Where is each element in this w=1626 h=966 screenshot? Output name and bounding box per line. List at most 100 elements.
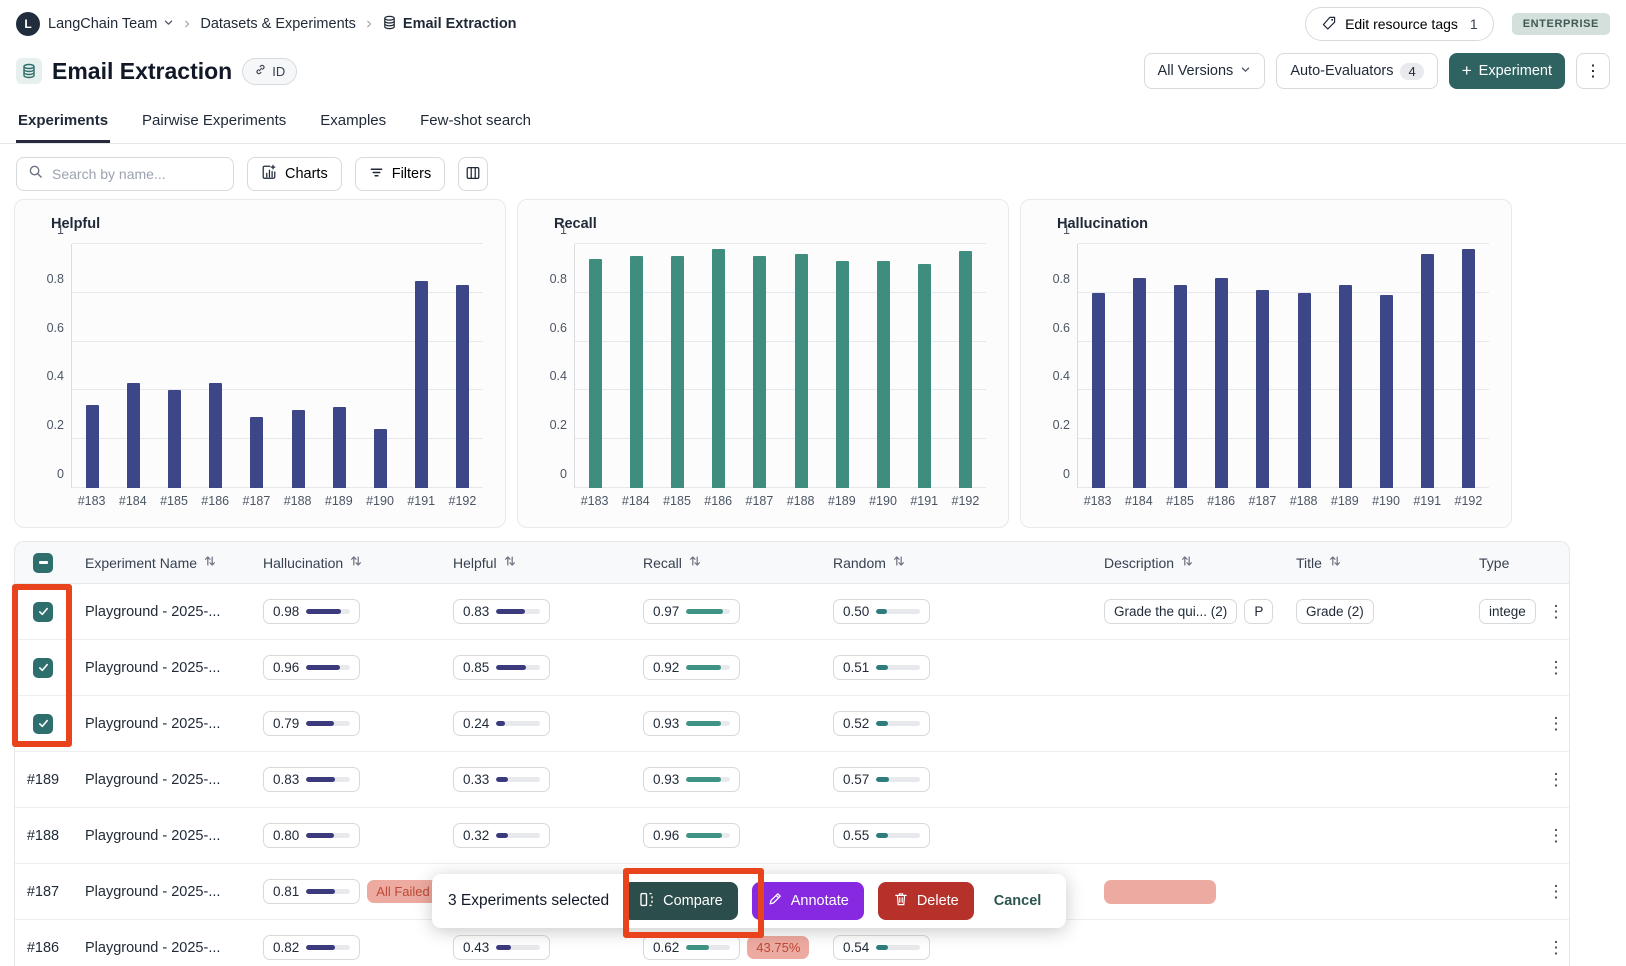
- column-header-label[interactable]: Random: [833, 554, 906, 571]
- more-options-button[interactable]: ⋮: [1576, 53, 1610, 89]
- versions-dropdown[interactable]: All Versions: [1144, 53, 1266, 89]
- row-checkbox-checked[interactable]: [33, 658, 53, 678]
- sort-icon[interactable]: [1328, 554, 1342, 571]
- chart-bar-188[interactable]: [1298, 293, 1311, 488]
- breadcrumb-page[interactable]: Email Extraction: [382, 15, 517, 34]
- row-checkbox-checked[interactable]: [33, 714, 53, 734]
- breadcrumb-team[interactable]: LangChain Team: [48, 16, 174, 32]
- row-menu-button[interactable]: ⋮: [1548, 659, 1565, 676]
- experiment-name-cell[interactable]: Playground - 2025-...: [71, 660, 263, 676]
- row-menu-button[interactable]: ⋮: [1548, 827, 1565, 844]
- chart-bar-185[interactable]: [168, 390, 181, 488]
- sort-icon[interactable]: [892, 554, 906, 571]
- tag-icon: [1321, 15, 1337, 34]
- delete-button[interactable]: Delete: [878, 882, 974, 920]
- experiment-name-cell[interactable]: Playground - 2025-...: [71, 884, 263, 900]
- bar-slot: [904, 244, 945, 488]
- chart-bar-190[interactable]: [1380, 295, 1393, 488]
- experiment-name-cell[interactable]: Playground - 2025-...: [71, 716, 263, 732]
- chart-bar-187[interactable]: [753, 256, 766, 488]
- sort-icon[interactable]: [349, 554, 363, 571]
- bar-slot: [319, 244, 360, 488]
- tab-pairwise-experiments[interactable]: Pairwise Experiments: [140, 102, 288, 143]
- select-all-checkbox[interactable]: [33, 553, 53, 573]
- experiment-name-cell[interactable]: Playground - 2025-...: [71, 828, 263, 844]
- chart-bar-190[interactable]: [877, 261, 890, 488]
- tab-few-shot-search[interactable]: Few-shot search: [418, 102, 533, 143]
- sort-icon[interactable]: [203, 554, 217, 571]
- column-header-label[interactable]: Hallucination: [263, 554, 363, 571]
- chart-bar-184[interactable]: [630, 256, 643, 488]
- row-menu-cell: ⋮: [1541, 939, 1570, 956]
- row-menu-button[interactable]: ⋮: [1548, 715, 1565, 732]
- chart-bar-184[interactable]: [1133, 278, 1146, 488]
- experiment-row[interactable]: #188Playground - 2025-...0.800.320.960.5…: [15, 808, 1569, 864]
- chart-bar-191[interactable]: [918, 264, 931, 488]
- row-menu-button[interactable]: ⋮: [1548, 883, 1565, 900]
- org-avatar[interactable]: L: [16, 12, 40, 36]
- column-header-label[interactable]: Recall: [643, 554, 702, 571]
- new-experiment-button[interactable]: + Experiment: [1449, 53, 1565, 89]
- breadcrumb-section[interactable]: Datasets & Experiments: [200, 16, 356, 32]
- chart-bar-188[interactable]: [795, 254, 808, 488]
- chart-bar-183[interactable]: [589, 259, 602, 488]
- tab-experiments[interactable]: Experiments: [16, 102, 110, 143]
- experiment-row[interactable]: Playground - 2025-...0.980.830.970.50Gra…: [15, 584, 1569, 640]
- chart-bar-192[interactable]: [959, 251, 972, 488]
- experiment-row[interactable]: #189Playground - 2025-...0.830.330.930.5…: [15, 752, 1569, 808]
- chart-bar-185[interactable]: [671, 256, 684, 488]
- row-checkbox-checked[interactable]: [33, 602, 53, 622]
- annotate-button[interactable]: Annotate: [752, 882, 864, 920]
- columns-button[interactable]: [458, 157, 488, 191]
- chart-bar-186[interactable]: [712, 249, 725, 488]
- tab-examples[interactable]: Examples: [318, 102, 388, 143]
- row-menu-button[interactable]: ⋮: [1548, 771, 1565, 788]
- chart-bar-189[interactable]: [333, 407, 346, 488]
- experiment-row[interactable]: Playground - 2025-...0.790.240.930.52⋮: [15, 696, 1569, 752]
- cancel-button[interactable]: Cancel: [988, 893, 1048, 909]
- experiment-row[interactable]: Playground - 2025-...0.960.850.920.51⋮: [15, 640, 1569, 696]
- metric-chip: 0.85: [453, 655, 550, 680]
- experiment-name-cell[interactable]: Playground - 2025-...: [71, 604, 263, 620]
- row-menu-button[interactable]: ⋮: [1548, 939, 1565, 956]
- charts-button[interactable]: Charts: [247, 157, 342, 191]
- column-header-label[interactable]: Title: [1296, 554, 1342, 571]
- chart-bar-188[interactable]: [292, 410, 305, 488]
- sort-icon[interactable]: [1180, 554, 1194, 571]
- compare-button[interactable]: Compare: [623, 882, 738, 920]
- bar-slot: [1283, 244, 1324, 488]
- chart-bar-183[interactable]: [1092, 293, 1105, 488]
- langsmith-dataset-page: L LangChain Team Datasets & Experiments …: [0, 0, 1626, 966]
- chart-bar-189[interactable]: [1339, 285, 1352, 488]
- chart-bar-185[interactable]: [1174, 285, 1187, 488]
- chart-bar-192[interactable]: [456, 285, 469, 488]
- row-menu-button[interactable]: ⋮: [1548, 603, 1565, 620]
- edit-resource-tags-button[interactable]: Edit resource tags 1: [1305, 7, 1494, 41]
- experiment-name-cell[interactable]: Playground - 2025-...: [71, 772, 263, 788]
- chart-bar-186[interactable]: [1215, 278, 1228, 488]
- column-header-label[interactable]: Description: [1104, 554, 1194, 571]
- experiment-name-cell[interactable]: Playground - 2025-...: [71, 940, 263, 956]
- search-box[interactable]: [16, 157, 234, 191]
- chart-bar-191[interactable]: [415, 281, 428, 488]
- column-header-label[interactable]: Helpful: [453, 554, 517, 571]
- hallucination-cell: 0.79: [263, 711, 453, 736]
- column-header-label[interactable]: Experiment Name: [85, 554, 217, 571]
- metric-bar-track: [306, 833, 350, 838]
- chart-bar-187[interactable]: [1256, 290, 1269, 488]
- chart-bar-191[interactable]: [1421, 254, 1434, 488]
- chart-bar-186[interactable]: [209, 383, 222, 488]
- search-input[interactable]: [52, 166, 222, 182]
- auto-evaluators-button[interactable]: Auto-Evaluators 4: [1276, 53, 1437, 89]
- copy-id-button[interactable]: ID: [242, 58, 297, 85]
- chart-bar-189[interactable]: [836, 261, 849, 488]
- chart-bar-187[interactable]: [250, 417, 263, 488]
- sort-icon[interactable]: [503, 554, 517, 571]
- chart-bar-184[interactable]: [127, 383, 140, 488]
- chart-bar-190[interactable]: [374, 429, 387, 488]
- chart-bar-183[interactable]: [86, 405, 99, 488]
- y-axis-tick-label: 0: [535, 467, 567, 481]
- filters-button[interactable]: Filters: [355, 157, 445, 191]
- sort-icon[interactable]: [688, 554, 702, 571]
- chart-bar-192[interactable]: [1462, 249, 1475, 488]
